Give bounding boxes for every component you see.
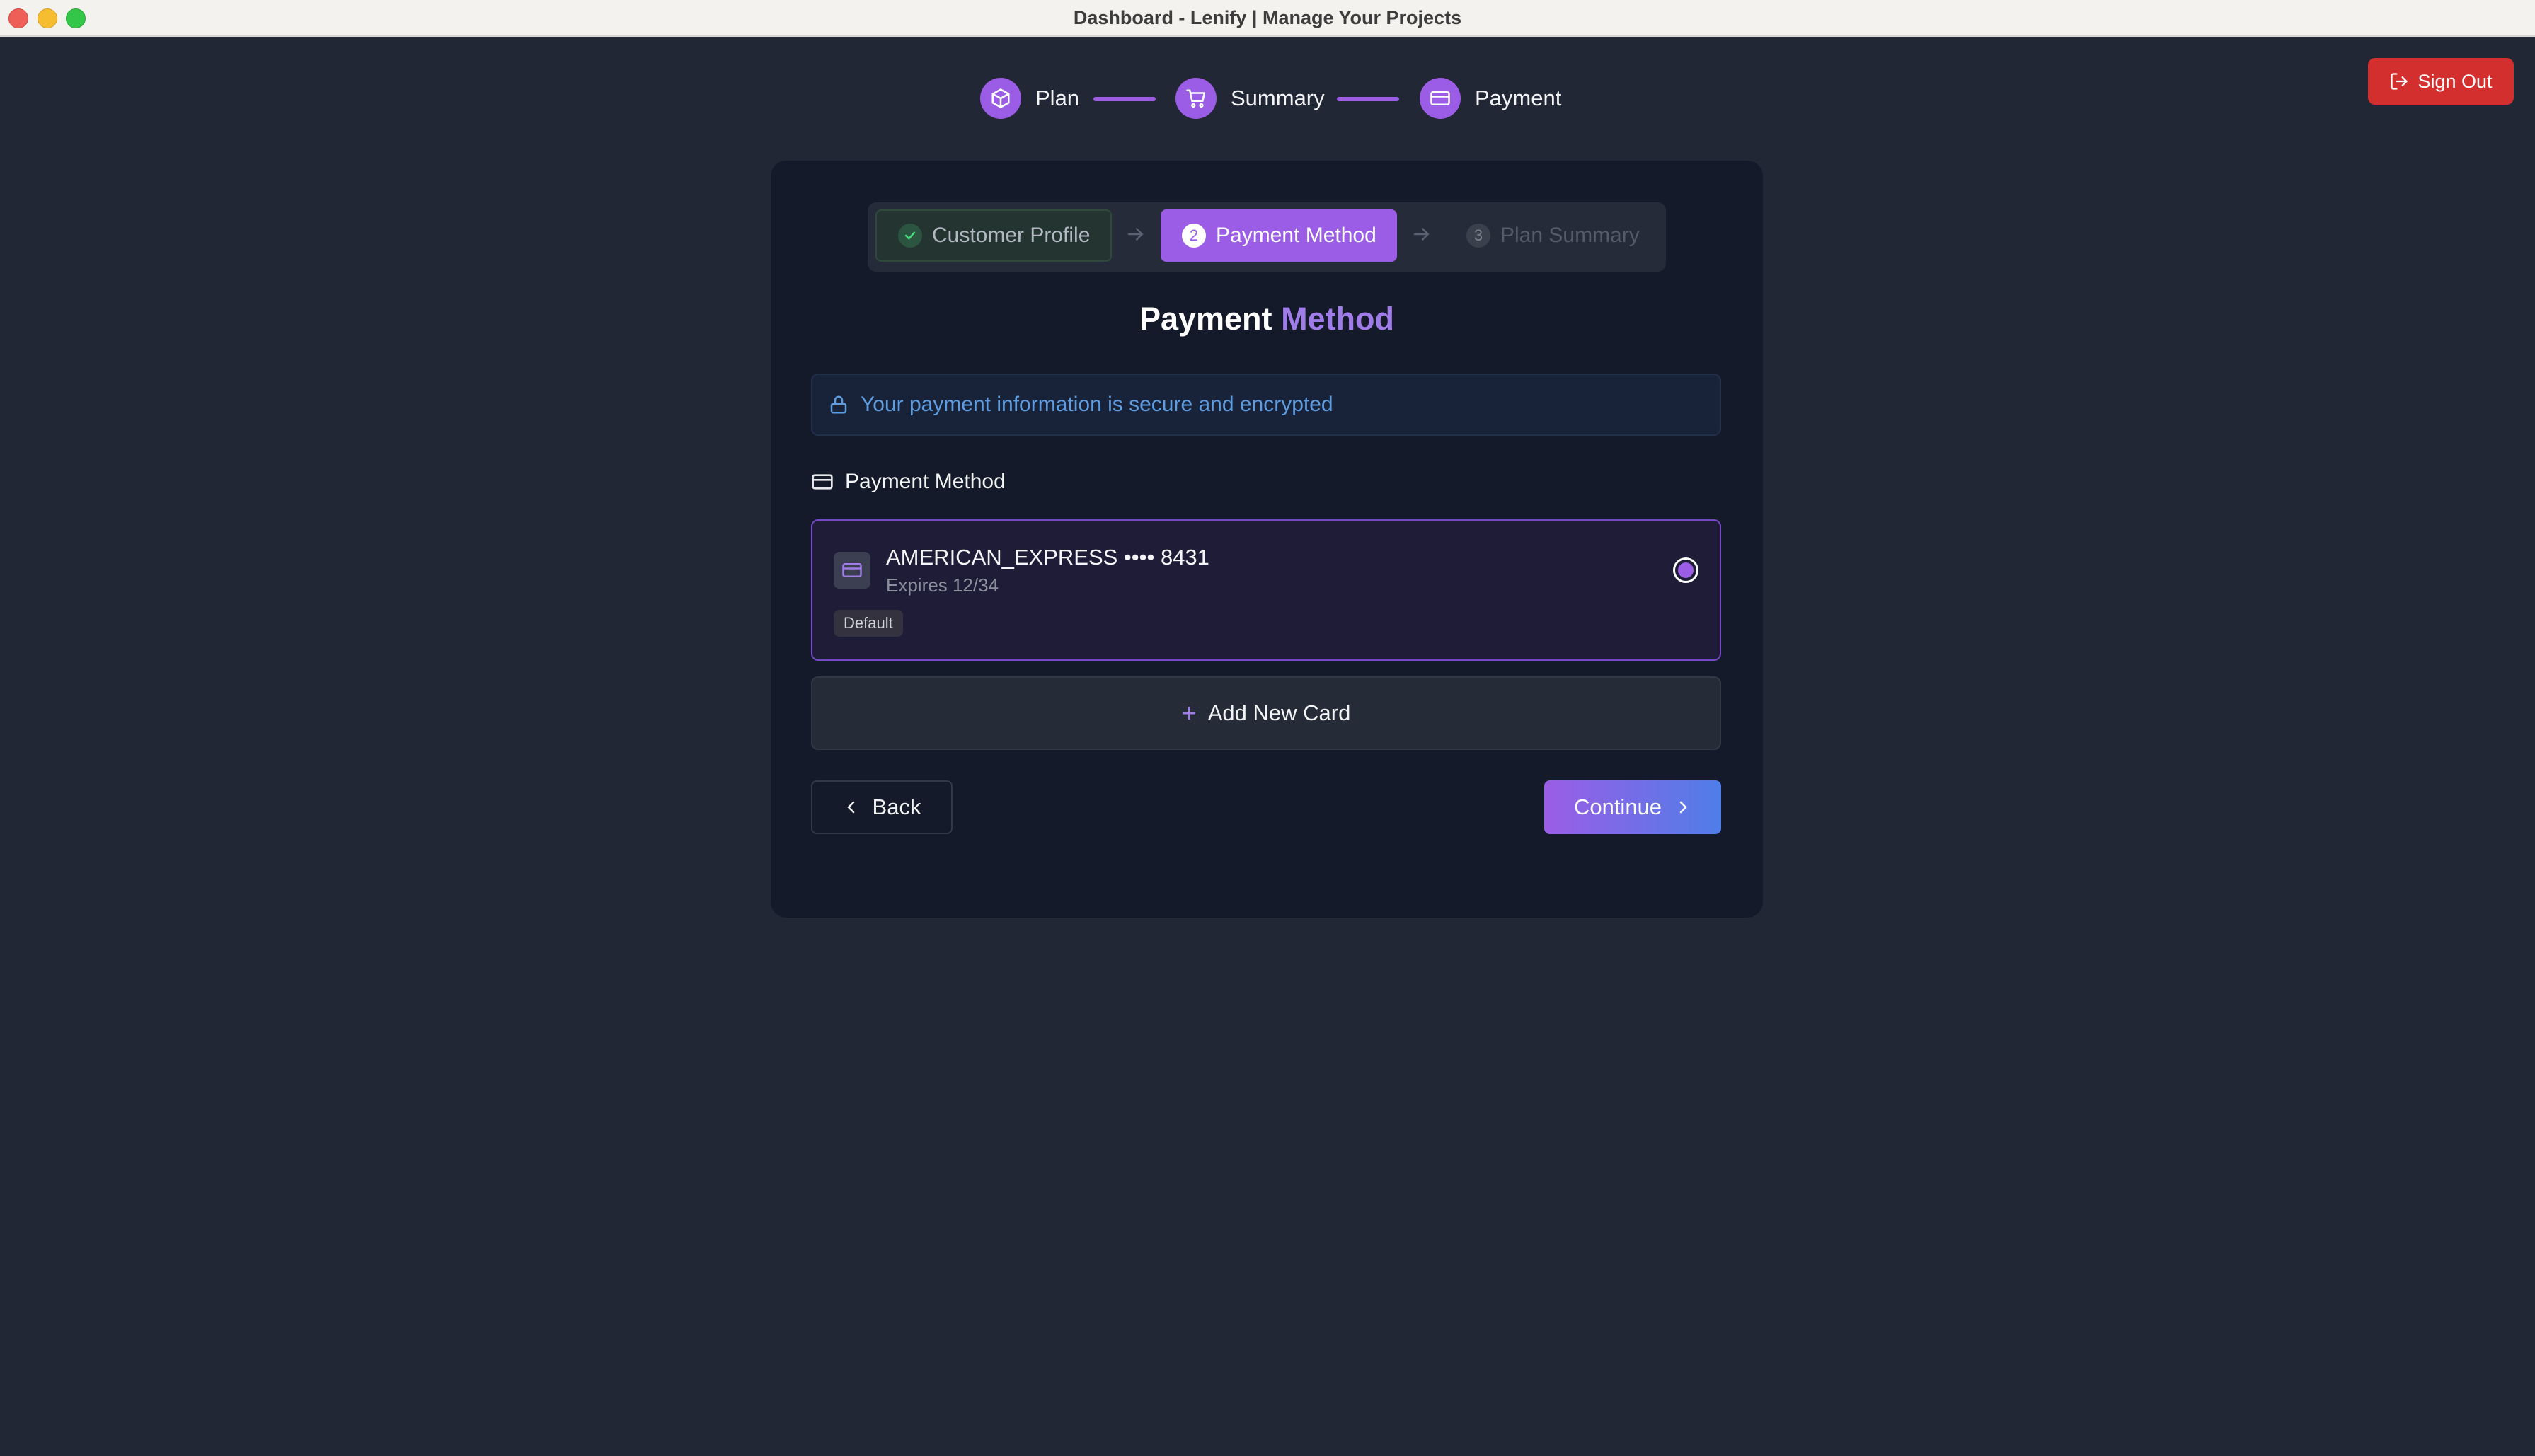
- sign-out-icon: [2391, 73, 2408, 90]
- tab-label: Payment Method: [1216, 224, 1376, 247]
- step-number-badge: 3: [1466, 224, 1490, 248]
- secure-notice-text: Your payment information is secure and e…: [861, 393, 1333, 416]
- window-title: Dashboard - Lenify | Manage Your Project…: [1073, 7, 1462, 28]
- step-connector: [1337, 97, 1399, 101]
- top-step-payment: Payment: [1420, 78, 1561, 119]
- continue-label: Continue: [1573, 795, 1662, 819]
- window-titlebar: Dashboard - Lenify | Manage Your Project…: [0, 0, 2535, 37]
- sign-out-button[interactable]: Sign Out: [2368, 58, 2514, 105]
- plus-icon: +: [1181, 698, 1197, 727]
- step-number-badge: 2: [1182, 224, 1206, 248]
- add-new-card-button[interactable]: + Add New Card: [811, 676, 1721, 750]
- continue-button[interactable]: Continue: [1544, 780, 1721, 834]
- page-title-accent: Method: [1281, 301, 1395, 337]
- cart-icon: [1175, 78, 1217, 119]
- default-badge: Default: [834, 610, 903, 637]
- tab-label: Plan Summary: [1500, 224, 1640, 247]
- secure-notice: Your payment information is secure and e…: [811, 374, 1721, 436]
- tab-payment-method[interactable]: 2 Payment Method: [1161, 209, 1397, 262]
- add-card-label: Add New Card: [1207, 700, 1351, 725]
- card-expiry: Expires 12/34: [886, 574, 999, 596]
- credit-card-icon: [1420, 78, 1461, 119]
- arrow-right-icon: [1127, 228, 1144, 241]
- tab-label: Customer Profile: [932, 224, 1091, 247]
- step-connector: [1093, 97, 1156, 101]
- top-step-summary: Summary: [1175, 78, 1325, 119]
- page-title: Payment Method: [771, 301, 1763, 337]
- credit-card-icon: [812, 474, 833, 490]
- radio-selected-dot: [1678, 562, 1694, 578]
- top-step-label: Payment: [1475, 86, 1562, 110]
- credit-card-icon: [834, 552, 870, 589]
- arrow-right-icon: [1413, 228, 1430, 241]
- page-title-prefix: Payment: [1139, 301, 1272, 337]
- top-step-label: Plan: [1035, 86, 1080, 110]
- card-name: AMERICAN_EXPRESS •••• 8431: [886, 545, 1209, 570]
- top-step-plan: Plan: [980, 78, 1079, 119]
- top-step-label: Summary: [1231, 86, 1325, 110]
- saved-card-option[interactable]: AMERICAN_EXPRESS •••• 8431 Expires 12/34…: [811, 519, 1721, 661]
- tab-plan-summary[interactable]: 3 Plan Summary: [1458, 209, 1663, 262]
- card-select-radio[interactable]: [1673, 557, 1698, 583]
- payment-method-section-label: Payment Method: [811, 470, 1006, 494]
- back-label: Back: [872, 795, 921, 819]
- sign-out-label: Sign Out: [2418, 70, 2493, 92]
- chevron-right-icon: [1679, 801, 1687, 814]
- chevron-left-icon: [847, 801, 854, 814]
- box-icon: [980, 78, 1021, 119]
- check-icon: [898, 224, 922, 248]
- tab-customer-profile[interactable]: Customer Profile: [875, 209, 1112, 262]
- section-label-text: Payment Method: [845, 470, 1006, 493]
- lock-icon: [830, 395, 847, 414]
- back-button[interactable]: Back: [811, 780, 953, 834]
